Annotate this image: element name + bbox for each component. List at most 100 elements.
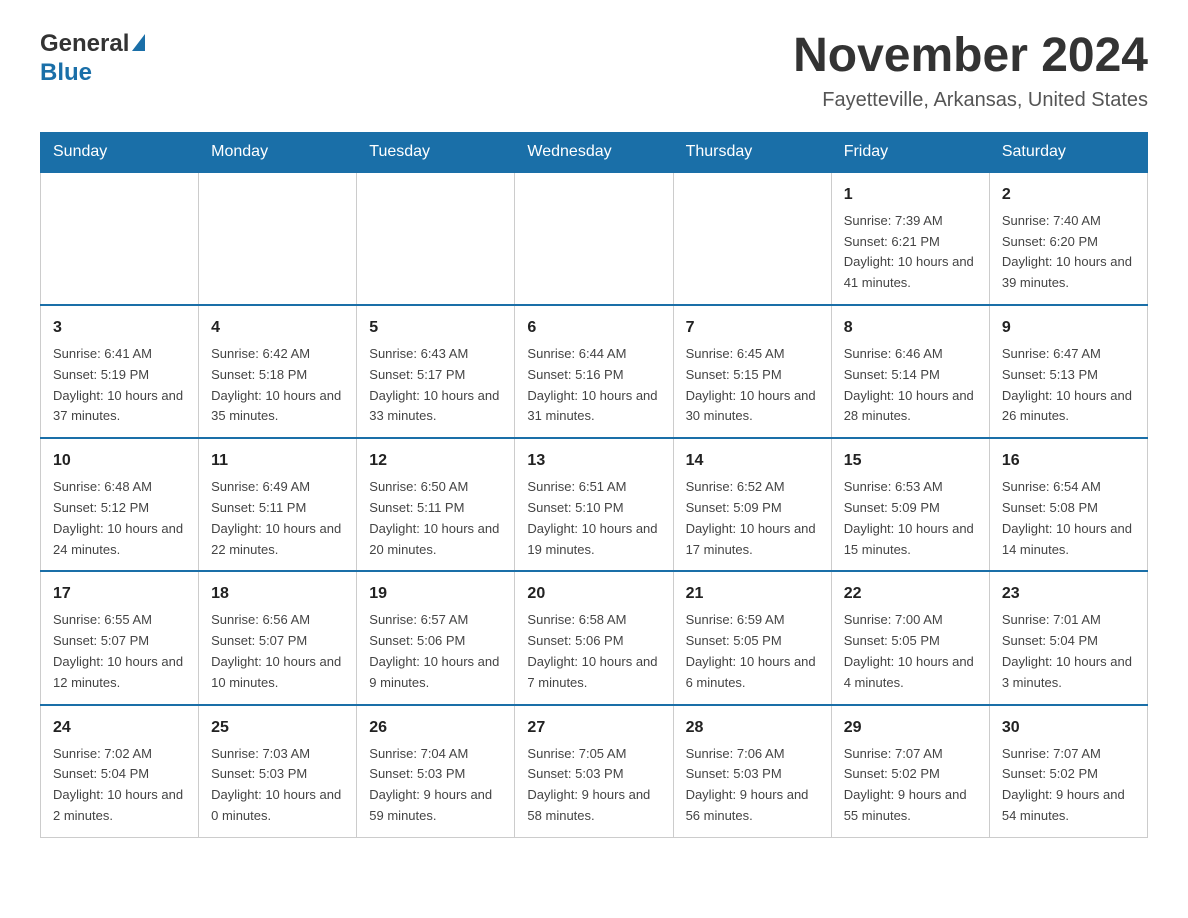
day-number: 5 [369, 316, 502, 340]
day-info: Sunrise: 6:50 AM Sunset: 5:11 PM Dayligh… [369, 477, 502, 560]
calendar-cell: 14 Sunrise: 6:52 AM Sunset: 5:09 PM Dayli… [673, 438, 831, 571]
day-info: Sunrise: 7:00 AM Sunset: 5:05 PM Dayligh… [844, 610, 977, 693]
calendar-cell: 29 Sunrise: 7:07 AM Sunset: 5:02 PM Dayli… [831, 705, 989, 838]
day-number: 24 [53, 716, 186, 740]
calendar-cell: 18 Sunrise: 6:56 AM Sunset: 5:07 PM Dayli… [199, 571, 357, 704]
day-info: Sunrise: 7:06 AM Sunset: 5:03 PM Dayligh… [686, 744, 819, 827]
calendar-cell: 7 Sunrise: 6:45 AM Sunset: 5:15 PM Daylig… [673, 305, 831, 438]
calendar-cell: 3 Sunrise: 6:41 AM Sunset: 5:19 PM Daylig… [41, 305, 199, 438]
calendar-cell: 20 Sunrise: 6:58 AM Sunset: 5:06 PM Dayli… [515, 571, 673, 704]
day-info: Sunrise: 6:49 AM Sunset: 5:11 PM Dayligh… [211, 477, 344, 560]
day-info: Sunrise: 6:47 AM Sunset: 5:13 PM Dayligh… [1002, 344, 1135, 427]
day-number: 28 [686, 716, 819, 740]
calendar-table: SundayMondayTuesdayWednesdayThursdayFrid… [40, 132, 1148, 838]
calendar-cell [515, 172, 673, 305]
calendar-header-row: SundayMondayTuesdayWednesdayThursdayFrid… [41, 132, 1148, 172]
day-info: Sunrise: 7:39 AM Sunset: 6:21 PM Dayligh… [844, 211, 977, 294]
week-row-4: 17 Sunrise: 6:55 AM Sunset: 5:07 PM Dayli… [41, 571, 1148, 704]
day-info: Sunrise: 6:41 AM Sunset: 5:19 PM Dayligh… [53, 344, 186, 427]
day-number: 13 [527, 449, 660, 473]
day-number: 20 [527, 582, 660, 606]
calendar-cell: 17 Sunrise: 6:55 AM Sunset: 5:07 PM Dayli… [41, 571, 199, 704]
day-number: 8 [844, 316, 977, 340]
day-number: 9 [1002, 316, 1135, 340]
day-number: 19 [369, 582, 502, 606]
day-info: Sunrise: 6:51 AM Sunset: 5:10 PM Dayligh… [527, 477, 660, 560]
day-info: Sunrise: 6:44 AM Sunset: 5:16 PM Dayligh… [527, 344, 660, 427]
day-number: 30 [1002, 716, 1135, 740]
day-info: Sunrise: 6:46 AM Sunset: 5:14 PM Dayligh… [844, 344, 977, 427]
column-header-wednesday: Wednesday [515, 132, 673, 172]
day-info: Sunrise: 6:42 AM Sunset: 5:18 PM Dayligh… [211, 344, 344, 427]
day-info: Sunrise: 6:45 AM Sunset: 5:15 PM Dayligh… [686, 344, 819, 427]
calendar-subtitle: Fayetteville, Arkansas, United States [793, 89, 1148, 112]
week-row-1: 1 Sunrise: 7:39 AM Sunset: 6:21 PM Daylig… [41, 172, 1148, 305]
calendar-cell: 2Sunrise: 7:40 AM Sunset: 6:20 PM Daylig… [989, 172, 1147, 305]
calendar-cell: 19Sunrise: 6:57 AM Sunset: 5:06 PM Dayli… [357, 571, 515, 704]
calendar-cell: 1 Sunrise: 7:39 AM Sunset: 6:21 PM Daylig… [831, 172, 989, 305]
column-header-thursday: Thursday [673, 132, 831, 172]
column-header-saturday: Saturday [989, 132, 1147, 172]
calendar-cell: 5 Sunrise: 6:43 AM Sunset: 5:17 PM Daylig… [357, 305, 515, 438]
day-info: Sunrise: 6:56 AM Sunset: 5:07 PM Dayligh… [211, 610, 344, 693]
week-row-2: 3 Sunrise: 6:41 AM Sunset: 5:19 PM Daylig… [41, 305, 1148, 438]
day-info: Sunrise: 6:59 AM Sunset: 5:05 PM Dayligh… [686, 610, 819, 693]
calendar-cell: 28 Sunrise: 7:06 AM Sunset: 5:03 PM Dayli… [673, 705, 831, 838]
calendar-cell: 11 Sunrise: 6:49 AM Sunset: 5:11 PM Dayli… [199, 438, 357, 571]
week-row-3: 10Sunrise: 6:48 AM Sunset: 5:12 PM Dayli… [41, 438, 1148, 571]
day-number: 1 [844, 183, 977, 207]
day-number: 22 [844, 582, 977, 606]
calendar-cell: 27Sunrise: 7:05 AM Sunset: 5:03 PM Dayli… [515, 705, 673, 838]
logo-text: General Blue [40, 30, 145, 88]
day-info: Sunrise: 7:07 AM Sunset: 5:02 PM Dayligh… [1002, 744, 1135, 827]
day-number: 27 [527, 716, 660, 740]
calendar-cell: 16 Sunrise: 6:54 AM Sunset: 5:08 PM Dayli… [989, 438, 1147, 571]
day-number: 3 [53, 316, 186, 340]
calendar-cell: 21Sunrise: 6:59 AM Sunset: 5:05 PM Dayli… [673, 571, 831, 704]
day-info: Sunrise: 7:01 AM Sunset: 5:04 PM Dayligh… [1002, 610, 1135, 693]
calendar-cell [199, 172, 357, 305]
day-info: Sunrise: 6:52 AM Sunset: 5:09 PM Dayligh… [686, 477, 819, 560]
calendar-cell: 8 Sunrise: 6:46 AM Sunset: 5:14 PM Daylig… [831, 305, 989, 438]
column-header-sunday: Sunday [41, 132, 199, 172]
calendar-cell: 12 Sunrise: 6:50 AM Sunset: 5:11 PM Dayli… [357, 438, 515, 571]
calendar-cell: 22 Sunrise: 7:00 AM Sunset: 5:05 PM Dayli… [831, 571, 989, 704]
day-number: 23 [1002, 582, 1135, 606]
week-row-5: 24Sunrise: 7:02 AM Sunset: 5:04 PM Dayli… [41, 705, 1148, 838]
day-info: Sunrise: 6:53 AM Sunset: 5:09 PM Dayligh… [844, 477, 977, 560]
day-number: 16 [1002, 449, 1135, 473]
day-info: Sunrise: 7:04 AM Sunset: 5:03 PM Dayligh… [369, 744, 502, 827]
day-number: 7 [686, 316, 819, 340]
day-number: 11 [211, 449, 344, 473]
day-number: 4 [211, 316, 344, 340]
day-number: 14 [686, 449, 819, 473]
calendar-cell [357, 172, 515, 305]
calendar-cell: 15 Sunrise: 6:53 AM Sunset: 5:09 PM Dayli… [831, 438, 989, 571]
column-header-monday: Monday [199, 132, 357, 172]
calendar-main-title: November 2024 [793, 30, 1148, 83]
calendar-cell [41, 172, 199, 305]
day-number: 18 [211, 582, 344, 606]
day-info: Sunrise: 7:07 AM Sunset: 5:02 PM Dayligh… [844, 744, 977, 827]
day-info: Sunrise: 6:58 AM Sunset: 5:06 PM Dayligh… [527, 610, 660, 693]
calendar-cell: 6Sunrise: 6:44 AM Sunset: 5:16 PM Daylig… [515, 305, 673, 438]
day-number: 12 [369, 449, 502, 473]
calendar-cell: 25Sunrise: 7:03 AM Sunset: 5:03 PM Dayli… [199, 705, 357, 838]
day-info: Sunrise: 6:43 AM Sunset: 5:17 PM Dayligh… [369, 344, 502, 427]
logo-triangle-icon [132, 34, 145, 51]
column-header-friday: Friday [831, 132, 989, 172]
day-number: 29 [844, 716, 977, 740]
day-number: 17 [53, 582, 186, 606]
day-info: Sunrise: 6:54 AM Sunset: 5:08 PM Dayligh… [1002, 477, 1135, 560]
day-number: 15 [844, 449, 977, 473]
day-number: 10 [53, 449, 186, 473]
calendar-cell: 24Sunrise: 7:02 AM Sunset: 5:04 PM Dayli… [41, 705, 199, 838]
calendar-cell: 13 Sunrise: 6:51 AM Sunset: 5:10 PM Dayli… [515, 438, 673, 571]
logo-blue-text: Blue [40, 59, 145, 88]
calendar-cell: 26Sunrise: 7:04 AM Sunset: 5:03 PM Dayli… [357, 705, 515, 838]
day-info: Sunrise: 6:55 AM Sunset: 5:07 PM Dayligh… [53, 610, 186, 693]
logo: General Blue [40, 30, 145, 88]
day-info: Sunrise: 7:40 AM Sunset: 6:20 PM Dayligh… [1002, 211, 1135, 294]
calendar-cell: 9 Sunrise: 6:47 AM Sunset: 5:13 PM Daylig… [989, 305, 1147, 438]
calendar-title-area: November 2024 Fayetteville, Arkansas, Un… [793, 30, 1148, 112]
